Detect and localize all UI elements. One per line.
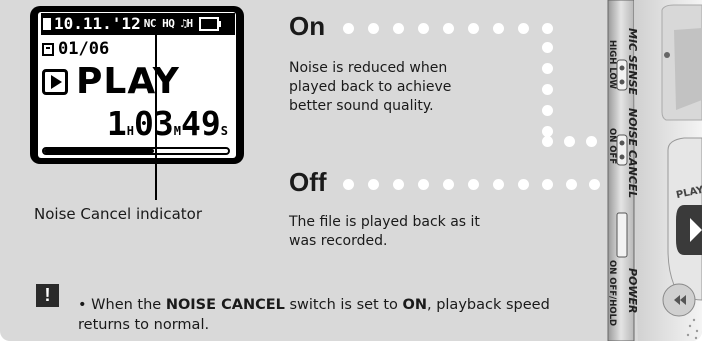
file-icon (42, 42, 54, 56)
lcd-minute-unit: M (173, 124, 182, 138)
connector-dot (443, 23, 454, 34)
connector-dot (542, 63, 553, 74)
caution-icon: ! (36, 284, 59, 307)
connector-dot (586, 136, 597, 147)
power-options: ON OFF/HOLD (607, 260, 617, 327)
lcd-mode: PLAY (76, 61, 180, 102)
connector-dot (393, 179, 404, 190)
lcd-screen: 10.11.'12 NC HQ ♫H 01/06 PLAY 1H03M49S (38, 12, 236, 158)
lcd-hour: 1 (106, 104, 127, 143)
lcd-file-row: 01/06 (42, 39, 109, 59)
note-text-before: When the (91, 297, 166, 313)
noise-cancel-label: NOISE CANCEL (626, 108, 639, 199)
connector-dot (518, 179, 529, 190)
lcd-second-unit: S (220, 124, 228, 138)
connector-dot (443, 179, 454, 190)
lcd-minutes: 03 (134, 104, 174, 143)
connector-dot (493, 179, 504, 190)
mic-sense-label: MIC SENSE (626, 28, 639, 96)
note-bold-switch: NOISE CANCEL (165, 297, 285, 313)
indicator-leader-line (155, 26, 157, 200)
connector-dot (418, 23, 429, 34)
connector-dot (493, 23, 504, 34)
connector-dot (566, 179, 577, 190)
note-text-middle: switch is set to (284, 297, 403, 313)
lcd-status-bar: 10.11.'12 NC HQ ♫H (41, 13, 235, 35)
connector-dot (542, 23, 553, 34)
play-icon (42, 69, 68, 95)
off-heading: Off (289, 167, 327, 197)
connector-dot (542, 136, 553, 147)
on-description: Noise is reduced when played back to ach… (289, 60, 452, 114)
lcd-display: 10.11.'12 NC HQ ♫H 01/06 PLAY 1H03M49S (30, 6, 244, 164)
recorder-device-illustration: MIC SENSE HIGH LOW NOISE CANCEL ON OFF P… (604, 0, 702, 341)
off-description: The file is played back as it was record… (289, 214, 480, 249)
note-bullet: • (78, 297, 87, 313)
connector-dot (564, 136, 575, 147)
connector-dot (542, 42, 553, 53)
connector-dot (418, 179, 429, 190)
content-panel: 10.11.'12 NC HQ ♫H 01/06 PLAY 1H03M49S N… (0, 0, 702, 341)
lcd-elapsed-time: 1H03M49S (107, 104, 228, 143)
connector-dot (368, 179, 379, 190)
lcd-play-row: PLAY (42, 64, 180, 100)
noise-cancel-indicator-label: Noise Cancel indicator (34, 205, 202, 223)
connector-dot (589, 179, 600, 190)
connector-dot (542, 84, 553, 95)
recorder-body-graphic (607, 0, 702, 341)
lcd-hour-unit: H (126, 124, 135, 138)
battery-icon (198, 17, 221, 31)
note-bold-state: ON (402, 297, 427, 313)
noise-cancel-options: ON OFF (607, 128, 617, 165)
connector-dot (468, 23, 479, 34)
note-text: • When the NOISE CANCEL switch is set to… (78, 295, 578, 335)
connector-dot (468, 179, 479, 190)
connector-dot (343, 23, 354, 34)
connector-dot (518, 23, 529, 34)
mic-sense-options: HIGH LOW (607, 40, 617, 90)
lcd-seconds: 49 (181, 104, 221, 143)
on-heading: On (289, 11, 326, 41)
calendar-icon (43, 18, 51, 30)
connector-dot (542, 179, 553, 190)
connector-dot (393, 23, 404, 34)
lcd-date: 10.11.'12 (54, 14, 141, 33)
playback-progress-bar (42, 147, 230, 155)
connector-dot (368, 23, 379, 34)
lcd-status-tags: NC HQ ♫H (143, 17, 193, 30)
connector-dot (542, 105, 553, 116)
power-label: POWER (626, 268, 639, 314)
playback-progress-fill (44, 149, 155, 153)
lcd-file-number: 01/06 (58, 39, 110, 59)
connector-dot (343, 179, 354, 190)
